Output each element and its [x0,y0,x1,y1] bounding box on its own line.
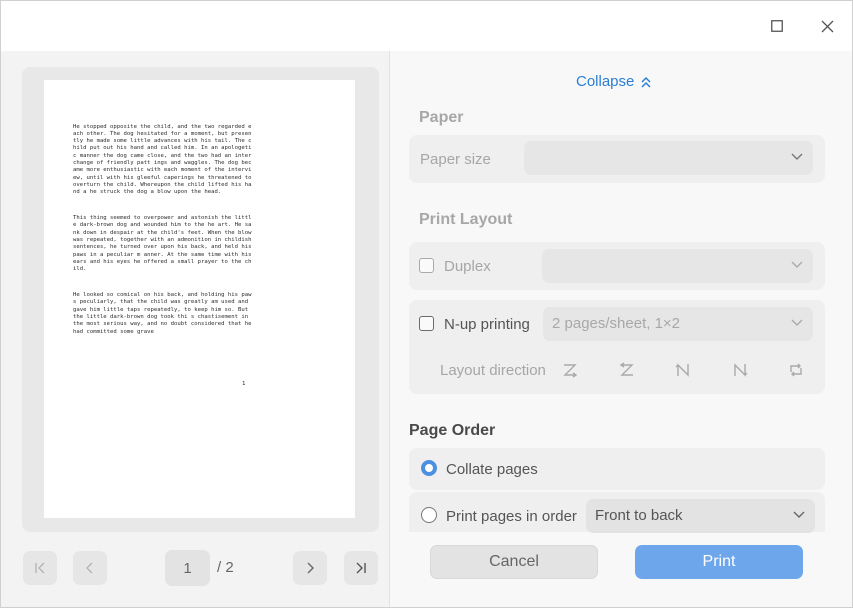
chevron-down-icon [793,511,805,518]
duplex-select[interactable] [542,249,813,283]
page-text: He stopped opposite the child, and the t… [73,109,253,355]
last-page-icon [356,562,366,574]
preview-paragraph: He looked so comical on his back, and ho… [73,292,255,335]
first-page-button[interactable] [23,551,57,585]
collate-radio[interactable] [421,460,437,476]
cancel-button[interactable]: Cancel [430,545,598,579]
previous-page-button[interactable] [73,551,107,585]
maximize-button[interactable] [762,11,792,41]
chevron-down-icon [791,261,803,268]
chevron-left-icon [86,562,93,574]
preview-panel: He stopped opposite the child, and the t… [1,51,390,607]
print-order-value: Front to back [595,507,683,524]
direction-reverse-n-icon[interactable] [731,361,749,379]
paper-size-label: Paper size [420,151,491,168]
collate-label: Collate pages [446,461,538,478]
page-total: / 2 [217,559,234,576]
collate-row: Collate pages [409,448,825,490]
last-page-button[interactable] [344,551,378,585]
preview-paragraph: He stopped opposite the child, and the t… [73,123,255,196]
direction-reverse-z-icon[interactable] [618,361,636,379]
direction-repeat-icon[interactable] [787,361,805,379]
n-up-value: 2 pages/sheet, 1×2 [552,315,681,332]
chevron-down-icon [791,153,803,160]
print-layout-section-title: Print Layout [419,211,513,228]
close-icon [821,20,833,32]
n-up-card: N-up printing 2 pages/sheet, 1×2 Layout … [409,300,825,394]
print-in-order-row: Print pages in order Front to back [409,492,825,533]
page-order-section-title: Page Order [409,422,496,439]
paper-section-title: Paper [419,109,464,126]
maximize-icon [771,20,783,32]
paper-size-select[interactable] [524,141,813,175]
n-up-checkbox[interactable] [419,316,434,331]
preview-paragraph: This thing seemed to overpower and aston… [73,215,255,273]
page-number-input[interactable] [165,550,210,586]
layout-direction-label: Layout direction [440,362,546,379]
direction-z-icon[interactable] [561,361,579,379]
print-button[interactable]: Print [635,545,803,579]
print-in-order-label: Print pages in order [446,508,577,525]
page-preview: He stopped opposite the child, and the t… [44,80,355,518]
collapse-label: Collapse [576,73,635,90]
close-button[interactable] [812,11,842,41]
print-dialog: He stopped opposite the child, and the t… [0,0,853,608]
preview-area: He stopped opposite the child, and the t… [22,67,379,532]
duplex-row: Duplex [409,242,825,290]
paper-size-row: Paper size [409,135,825,183]
next-page-button[interactable] [293,551,327,585]
preview-page-number: 1 [242,381,246,387]
print-order-select[interactable]: Front to back [586,499,815,533]
n-up-label: N-up printing [444,316,530,333]
print-in-order-radio[interactable] [421,507,437,523]
title-bar [1,1,852,51]
settings-panel: Collapse Paper Paper size Print Layout D… [391,51,852,607]
double-chevron-up-icon [641,76,651,88]
first-page-icon [35,562,45,574]
duplex-label: Duplex [444,258,491,275]
chevron-down-icon [791,319,803,326]
n-up-select[interactable]: 2 pages/sheet, 1×2 [543,307,813,341]
chevron-right-icon [307,562,314,574]
duplex-checkbox[interactable] [419,258,434,273]
direction-n-icon[interactable] [674,361,692,379]
collapse-button[interactable]: Collapse [576,73,652,90]
